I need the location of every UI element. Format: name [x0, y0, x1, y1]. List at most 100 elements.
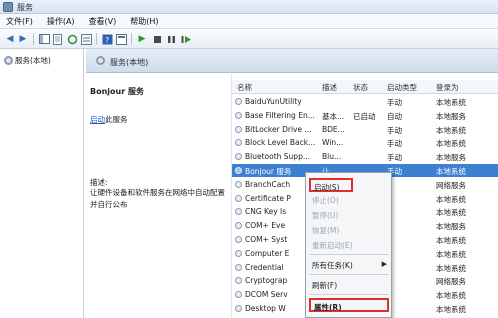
- document-icon[interactable]: [52, 33, 64, 45]
- cell-desc: Blu...: [322, 152, 342, 162]
- selected-service-name: Bonjour 服务: [90, 87, 144, 96]
- menu-item-refresh[interactable]: 刷新(F): [306, 278, 393, 292]
- pause-service-icon[interactable]: [165, 33, 177, 45]
- menu-item-pause[interactable]: 暂停(U): [306, 208, 393, 222]
- menu-item-all-tasks[interactable]: 所有任务(K) ▶: [306, 258, 393, 272]
- service-gear-icon: [235, 194, 242, 202]
- cell-logon: 本地系统: [436, 208, 466, 218]
- refresh-icon[interactable]: [66, 33, 78, 45]
- table-row[interactable]: BaiduYunUtility 手动 本地系统: [232, 95, 498, 108]
- menu-item-start[interactable]: 启动(S): [309, 178, 353, 192]
- service-gear-icon: [235, 125, 242, 133]
- cell-startup: 自动: [387, 111, 402, 121]
- cell-name: Block Level Back...: [245, 138, 316, 148]
- cell-startup: 手动: [387, 167, 402, 176]
- cell-name: BitLocker Drive ...: [245, 124, 312, 134]
- service-gear-icon: [235, 291, 242, 299]
- service-gear-icon: [235, 249, 242, 257]
- cell-startup: 手动: [387, 139, 402, 149]
- cell-desc: Win...: [322, 138, 344, 148]
- menu-separator: [309, 254, 389, 255]
- cell-name: Bluetooth Supp...: [245, 152, 310, 162]
- column-header-row: 名称 描述 状态 启动类型 登录为: [232, 80, 498, 94]
- cell-logon: 本地系统: [436, 194, 466, 204]
- restart-service-icon[interactable]: [180, 33, 192, 45]
- start-service-icon[interactable]: ▶: [136, 33, 148, 45]
- gear-icon: [4, 56, 13, 65]
- cell-logon: 本地系统: [436, 139, 466, 149]
- cell-desc: 基本...: [322, 111, 345, 121]
- window-title: 服务: [17, 3, 33, 12]
- service-gear-icon: [235, 98, 242, 105]
- cell-status: 已启动: [353, 111, 376, 121]
- service-gear-icon: [235, 180, 242, 188]
- table-row[interactable]: Base Filtering En... 基本... 已启动 自动 本地服务: [232, 109, 498, 122]
- menu-item-restart[interactable]: 重新启动(E): [306, 238, 393, 252]
- menu-separator: [309, 274, 389, 275]
- extended-view-panel: Bonjour 服务 启动此服务 描述: 让硬件设备和软件服务在网络中自动配置并…: [86, 74, 231, 318]
- cell-startup: 手动: [387, 98, 402, 107]
- export-list-icon[interactable]: [80, 33, 92, 45]
- menu-bar: 文件(F) 操作(A) 查看(V) 帮助(H): [0, 14, 498, 29]
- cell-logon: 本地系统: [436, 263, 466, 273]
- tree-node-local-services[interactable]: 服务(本地): [4, 55, 51, 66]
- help-icon[interactable]: ?: [101, 33, 113, 45]
- service-gear-icon: [235, 277, 242, 285]
- description-text: 让硬件设备和软件服务在网络中自动配置并自行公布: [90, 188, 225, 209]
- menu-item-stop[interactable]: 停止(O): [306, 193, 393, 207]
- title-bar: 服务: [0, 0, 498, 14]
- forward-arrow-icon[interactable]: ▶: [17, 33, 29, 45]
- toolbar-separator: [96, 33, 97, 45]
- column-header-log-on-as[interactable]: 登录为: [436, 82, 459, 93]
- start-service-suffix: 此服务: [105, 115, 128, 124]
- service-gear-icon: [235, 236, 242, 243]
- table-row[interactable]: Block Level Back... Win... 手动 本地系统: [232, 136, 498, 149]
- menu-action[interactable]: 操作(A): [47, 16, 75, 27]
- show-console-tree-icon[interactable]: [38, 33, 50, 45]
- cell-logon: 网络服务: [436, 180, 466, 190]
- service-gear-icon: [235, 167, 242, 174]
- menu-item-resume[interactable]: 恢复(M): [306, 223, 393, 237]
- back-arrow-icon[interactable]: ◀: [4, 33, 16, 45]
- start-service-line: 启动此服务: [90, 114, 128, 125]
- service-gear-icon: [235, 222, 242, 230]
- table-row[interactable]: Bluetooth Supp... Blu... 手动 本地服务: [232, 150, 498, 163]
- main-pane: 服务(本地) Bonjour 服务 启动此服务 描述: 让硬件设备和软件服务在网…: [86, 49, 498, 318]
- cell-logon: 本地系统: [436, 249, 466, 259]
- column-header-description[interactable]: 描述: [322, 82, 337, 93]
- menu-item-properties[interactable]: 属性(R): [309, 298, 389, 312]
- cell-logon: 网络服务: [436, 277, 466, 287]
- column-header-status[interactable]: 状态: [353, 82, 368, 93]
- cell-logon: 本地服务: [436, 222, 466, 232]
- start-service-link[interactable]: 启动: [90, 115, 105, 124]
- properties-icon[interactable]: [115, 33, 127, 45]
- cell-logon: 本地服务: [436, 111, 466, 121]
- stop-service-icon[interactable]: [151, 33, 163, 45]
- console-tree: 服务(本地): [0, 49, 84, 318]
- column-header-name[interactable]: 名称: [237, 82, 252, 93]
- toolbar-separator: [33, 33, 34, 45]
- menu-view[interactable]: 查看(V): [89, 16, 117, 27]
- table-row[interactable]: BitLocker Drive ... BDE... 手动 本地系统: [232, 123, 498, 136]
- cell-logon: 本地系统: [436, 305, 466, 314]
- services-app-icon: [3, 2, 13, 12]
- service-gear-icon: [235, 263, 242, 271]
- tree-node-label: 服务(本地): [15, 56, 51, 65]
- service-gear-icon: [235, 208, 242, 216]
- submenu-arrow-icon: ▶: [381, 260, 387, 268]
- menu-help[interactable]: 帮助(H): [130, 16, 158, 27]
- cell-logon: 本地系统: [436, 291, 466, 301]
- cell-logon: 本地服务: [436, 153, 466, 163]
- gear-icon: [96, 56, 105, 65]
- pane-title: 服务(本地): [110, 58, 149, 67]
- cell-name: BaiduYunUtility: [245, 97, 302, 106]
- svg-text:?: ?: [105, 36, 109, 45]
- pane-header: 服务(本地): [86, 49, 498, 73]
- context-menu: 启动(S) 停止(O) 暂停(U) 恢复(M) 重新启动(E) 所有任务(K) …: [305, 172, 392, 318]
- cell-desc: BDE...: [322, 124, 345, 134]
- menu-file[interactable]: 文件(F): [6, 16, 33, 27]
- cell-startup: 手动: [387, 153, 402, 163]
- column-header-startup-type[interactable]: 启动类型: [387, 82, 417, 93]
- toolbar: ◀ ▶ ? ▶: [0, 29, 498, 49]
- cell-startup: 手动: [387, 125, 402, 135]
